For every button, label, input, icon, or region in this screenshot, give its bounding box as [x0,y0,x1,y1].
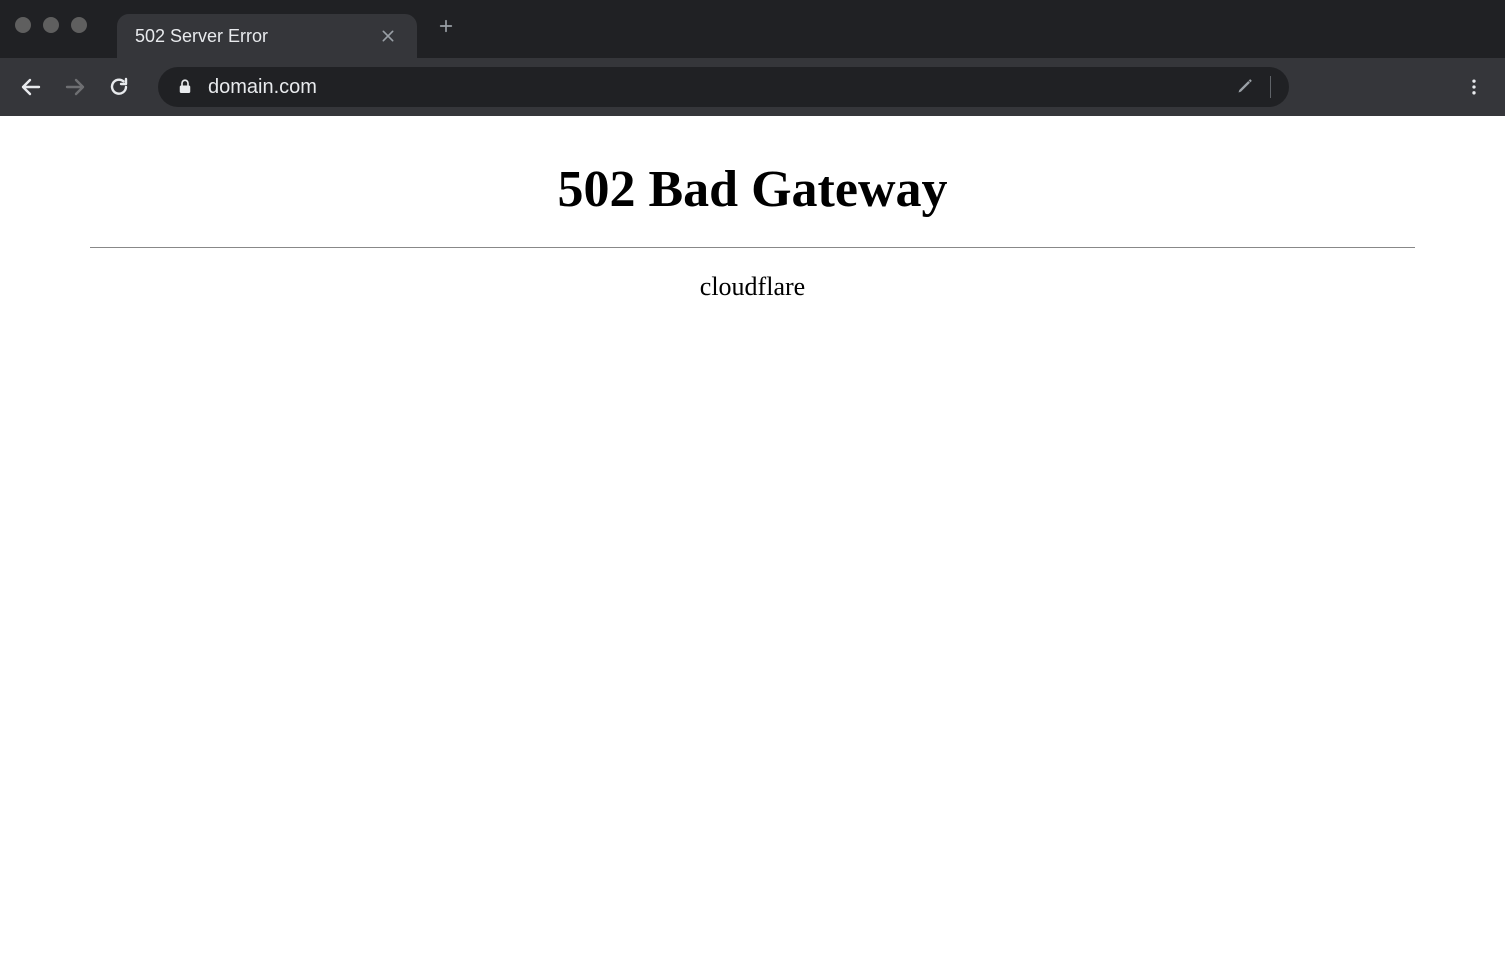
page-content: 502 Bad Gateway cloudflare [0,116,1505,302]
window-controls [15,17,87,33]
forward-button[interactable] [56,68,94,106]
close-tab-button[interactable] [377,25,399,47]
divider [1270,76,1271,98]
kebab-menu-icon [1464,77,1484,97]
reload-button[interactable] [100,68,138,106]
close-icon [380,28,396,44]
titlebar: 502 Server Error [0,0,1505,58]
browser-tab[interactable]: 502 Server Error [117,14,417,58]
new-tab-button[interactable] [435,15,457,37]
window-minimize-button[interactable] [43,17,59,33]
back-button[interactable] [12,68,50,106]
divider [90,247,1415,248]
lock-icon [176,78,194,96]
window-maximize-button[interactable] [71,17,87,33]
url-text[interactable]: domain.com [208,76,1222,99]
address-bar[interactable]: domain.com [158,67,1289,107]
reload-icon [107,75,131,99]
window-close-button[interactable] [15,17,31,33]
browser-chrome: 502 Server Error domain.com [0,0,1505,116]
error-server-name: cloudflare [90,272,1415,302]
tab-title: 502 Server Error [135,26,363,47]
browser-menu-button[interactable] [1455,68,1493,106]
arrow-right-icon [63,75,87,99]
arrow-left-icon [19,75,43,99]
error-heading: 502 Bad Gateway [90,160,1415,219]
browser-toolbar: domain.com [0,58,1505,116]
plus-icon [438,18,454,34]
address-bar-actions [1236,75,1271,100]
edit-icon[interactable] [1236,75,1256,100]
